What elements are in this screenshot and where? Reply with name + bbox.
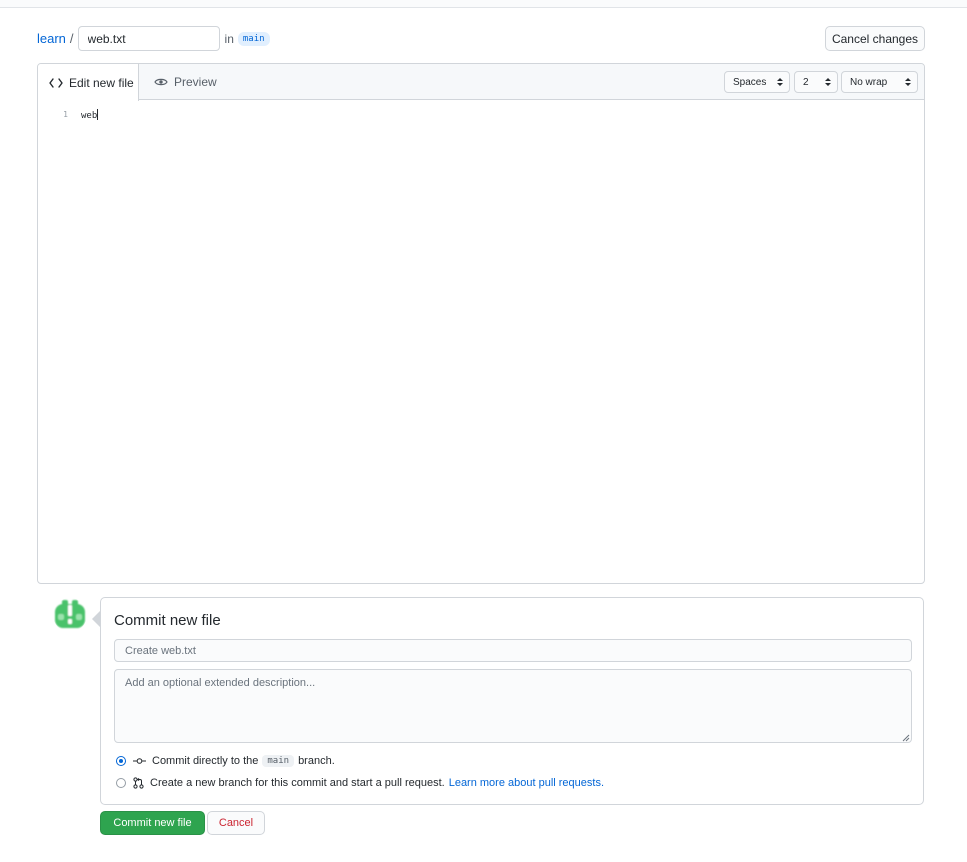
repo-link[interactable]: learn bbox=[37, 31, 66, 46]
select-caret-icon bbox=[825, 78, 831, 86]
select-caret-icon bbox=[905, 78, 911, 86]
radio-new-branch[interactable] bbox=[116, 778, 126, 788]
commit-form: Commit new file Commit directly to the m… bbox=[100, 597, 924, 805]
commit-summary-input[interactable] bbox=[114, 639, 912, 662]
indent-size-select[interactable]: 2 bbox=[794, 71, 838, 93]
code-icon bbox=[49, 77, 63, 88]
git-commit-icon bbox=[133, 758, 146, 764]
indent-mode-value: Spaces bbox=[733, 76, 767, 88]
code-area[interactable]: 1 web bbox=[38, 100, 924, 583]
learn-more-pull-requests-link[interactable]: Learn more about pull requests. bbox=[449, 777, 604, 789]
tab-edit-label: Edit new file bbox=[69, 75, 134, 90]
commit-box-pointer bbox=[92, 611, 100, 627]
eye-icon bbox=[154, 78, 168, 86]
top-border bbox=[0, 0, 967, 8]
resize-grip-icon[interactable] bbox=[902, 734, 910, 742]
text-cursor bbox=[97, 109, 99, 120]
indent-size-value: 2 bbox=[803, 76, 809, 88]
filename-input[interactable] bbox=[77, 26, 220, 51]
cancel-button[interactable]: Cancel bbox=[207, 811, 265, 835]
breadcrumb-separator: / bbox=[69, 31, 74, 46]
tab-edit-new-file[interactable]: Edit new file bbox=[38, 64, 139, 101]
cancel-changes-button[interactable]: Cancel changes bbox=[825, 26, 925, 51]
radio-commit-direct[interactable] bbox=[116, 756, 126, 766]
new-branch-text: Create a new branch for this commit and … bbox=[150, 777, 445, 789]
tab-preview[interactable]: Preview bbox=[154, 64, 217, 100]
code-line[interactable]: web bbox=[81, 109, 99, 121]
wrap-mode-select[interactable]: No wrap bbox=[841, 71, 918, 93]
identicon-icon bbox=[55, 600, 85, 628]
option-commit-direct[interactable]: Commit directly to the main branch. bbox=[116, 755, 335, 767]
file-editor: Edit new file Preview Spaces 2 No wrap 1… bbox=[37, 63, 925, 584]
indent-mode-select[interactable]: Spaces bbox=[724, 71, 790, 93]
code-line-text: web bbox=[81, 111, 98, 121]
line-number: 1 bbox=[63, 110, 68, 119]
tab-preview-label: Preview bbox=[174, 75, 217, 89]
commit-direct-suffix: branch. bbox=[298, 755, 335, 767]
breadcrumb: learn / in main bbox=[37, 26, 270, 51]
commit-description-input[interactable] bbox=[114, 669, 912, 743]
commit-new-file-button[interactable]: Commit new file bbox=[100, 811, 205, 835]
commit-direct-prefix: Commit directly to the bbox=[152, 755, 259, 767]
in-label: in bbox=[224, 31, 234, 46]
option-new-branch[interactable]: Create a new branch for this commit and … bbox=[116, 777, 604, 789]
branch-badge: main bbox=[237, 31, 270, 46]
commit-direct-branch: main bbox=[262, 755, 295, 767]
editor-toolbar: Edit new file Preview Spaces 2 No wrap bbox=[38, 64, 924, 101]
select-caret-icon bbox=[777, 78, 783, 86]
commit-title: Commit new file bbox=[114, 612, 221, 629]
wrap-mode-value: No wrap bbox=[850, 76, 888, 88]
avatar bbox=[53, 598, 87, 632]
git-pull-request-icon bbox=[133, 777, 144, 789]
